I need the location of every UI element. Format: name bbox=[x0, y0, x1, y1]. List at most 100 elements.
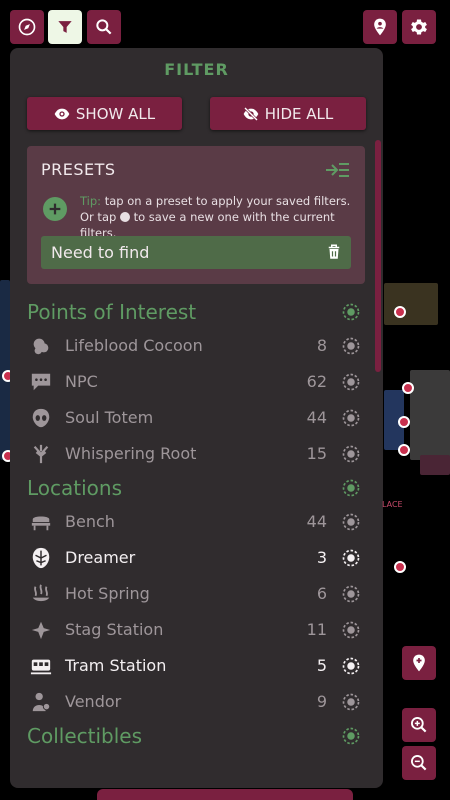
filter-row[interactable]: Tram Station 5 bbox=[10, 648, 383, 684]
filter-row-count: 11 bbox=[306, 620, 327, 639]
trash-icon[interactable] bbox=[325, 243, 343, 261]
filter-row[interactable]: Bench 44 bbox=[10, 504, 383, 540]
hot-spring-icon bbox=[32, 584, 50, 602]
show-all-label: SHOW ALL bbox=[75, 104, 156, 123]
map-fragment bbox=[384, 283, 438, 325]
add-marker-button[interactable] bbox=[402, 646, 436, 680]
presets-tip: Tip: tap on a preset to apply your saved… bbox=[80, 193, 360, 241]
filter-toggle-icon[interactable] bbox=[341, 692, 361, 712]
filter-toggle-icon[interactable] bbox=[341, 372, 361, 392]
filter-toggle-icon[interactable] bbox=[341, 408, 361, 428]
filter-row-count: 3 bbox=[316, 548, 327, 567]
zoom-out-button[interactable] bbox=[402, 746, 436, 780]
section-label: Locations bbox=[27, 476, 123, 500]
show-all-button[interactable]: SHOW ALL bbox=[27, 97, 182, 130]
filter-toggle-icon[interactable] bbox=[341, 584, 361, 604]
filter-row[interactable]: Dreamer 3 bbox=[10, 540, 383, 576]
filter-row-count: 8 bbox=[316, 336, 327, 355]
settings-button[interactable] bbox=[402, 10, 436, 44]
map-pin-icon[interactable] bbox=[402, 382, 414, 394]
filter-row-label: Hot Spring bbox=[65, 584, 150, 603]
filter-row[interactable]: Stag Station 11 bbox=[10, 612, 383, 648]
add-pin-icon bbox=[413, 654, 425, 672]
filter-row[interactable]: Hot Spring 6 bbox=[10, 576, 383, 612]
filter-button[interactable] bbox=[48, 10, 82, 44]
filter-row-label: Soul Totem bbox=[65, 408, 154, 427]
filter-toggle-icon[interactable] bbox=[341, 336, 361, 356]
filter-row-count: 6 bbox=[316, 584, 327, 603]
filter-row-count: 44 bbox=[306, 512, 327, 531]
vendor-icon bbox=[32, 692, 51, 712]
filter-panel: FILTER SHOW ALL HIDE ALL PRESETS Tip: ta… bbox=[10, 48, 383, 788]
filter-icon bbox=[58, 21, 72, 33]
search-button[interactable] bbox=[87, 10, 121, 44]
presets-title: PRESETS bbox=[41, 160, 116, 179]
hide-all-button[interactable]: HIDE ALL bbox=[210, 97, 366, 130]
plus-icon bbox=[49, 203, 61, 215]
filter-toggle-icon[interactable] bbox=[341, 656, 361, 676]
totem-icon bbox=[32, 408, 50, 428]
filter-row[interactable]: Lifeblood Cocoon 8 bbox=[10, 328, 383, 364]
filter-row-count: 62 bbox=[306, 372, 327, 391]
compass-button[interactable] bbox=[10, 10, 44, 44]
eye-icon bbox=[54, 108, 70, 119]
filter-row[interactable]: Vendor 9 bbox=[10, 684, 383, 720]
presets-card: PRESETS Tip: tap on a preset to apply yo… bbox=[27, 146, 365, 284]
gear-icon bbox=[411, 19, 427, 35]
speech-bubble-icon bbox=[31, 373, 51, 391]
filter-toggle-icon[interactable] bbox=[341, 548, 361, 568]
filter-row-label: Vendor bbox=[65, 692, 122, 711]
filter-toggle-icon[interactable] bbox=[341, 620, 361, 640]
filter-row-count: 9 bbox=[316, 692, 327, 711]
section-label: Points of Interest bbox=[27, 300, 197, 324]
map-fragment bbox=[420, 455, 450, 475]
section-header: Collectibles bbox=[10, 720, 383, 752]
compass-icon bbox=[18, 18, 36, 36]
filter-row[interactable]: NPC 62 bbox=[10, 364, 383, 400]
section-toggle-icon[interactable] bbox=[341, 302, 361, 322]
filter-toggle-icon[interactable] bbox=[341, 444, 361, 464]
add-preset-button[interactable] bbox=[43, 197, 67, 221]
cocoon-icon bbox=[33, 338, 49, 355]
map-pin-icon[interactable] bbox=[398, 444, 410, 456]
bottom-sheet-handle[interactable] bbox=[97, 789, 353, 800]
filter-row-count: 5 bbox=[316, 656, 327, 675]
filter-title: FILTER bbox=[164, 60, 229, 79]
filter-row-count: 15 bbox=[306, 444, 327, 463]
filter-toggle-icon[interactable] bbox=[341, 512, 361, 532]
tram-icon bbox=[30, 659, 52, 675]
section-toggle-icon[interactable] bbox=[341, 726, 361, 746]
section-header: Points of Interest bbox=[10, 296, 383, 328]
zoom-in-button[interactable] bbox=[402, 708, 436, 742]
stag-icon bbox=[31, 621, 51, 640]
filter-row[interactable]: Whispering Root 15 bbox=[10, 436, 383, 472]
root-icon bbox=[33, 444, 49, 464]
zoom-out-icon bbox=[411, 755, 427, 771]
inline-plus-icon bbox=[119, 212, 130, 222]
filter-list: Points of Interest Lifeblood Cocoon 8 NP… bbox=[10, 296, 383, 752]
user-location-button[interactable] bbox=[363, 10, 397, 44]
section-label: Collectibles bbox=[27, 724, 142, 748]
hide-all-label: HIDE ALL bbox=[264, 104, 334, 123]
preset-label: Need to find bbox=[51, 243, 150, 262]
bench-icon bbox=[31, 516, 51, 531]
map-pin-icon[interactable] bbox=[398, 416, 410, 428]
map-fragment bbox=[410, 370, 450, 460]
preset-item[interactable]: Need to find bbox=[41, 236, 351, 269]
filter-row-label: Bench bbox=[65, 512, 115, 531]
add-location-icon bbox=[374, 18, 386, 36]
filter-row-label: Tram Station bbox=[65, 656, 167, 675]
filter-row-count: 44 bbox=[306, 408, 327, 427]
dreamer-mask-icon bbox=[32, 547, 50, 569]
zoom-in-icon bbox=[411, 717, 427, 733]
eye-off-icon bbox=[243, 106, 259, 121]
map-pin-icon[interactable] bbox=[394, 561, 406, 573]
collapse-presets-icon[interactable] bbox=[325, 162, 349, 178]
filter-row[interactable]: Soul Totem 44 bbox=[10, 400, 383, 436]
filter-row-label: Whispering Root bbox=[65, 444, 197, 463]
map-pin-icon[interactable] bbox=[394, 306, 406, 318]
filter-row-label: Lifeblood Cocoon bbox=[65, 336, 203, 355]
filter-row-label: Dreamer bbox=[65, 548, 136, 567]
section-toggle-icon[interactable] bbox=[341, 478, 361, 498]
scrollbar[interactable] bbox=[375, 140, 381, 372]
